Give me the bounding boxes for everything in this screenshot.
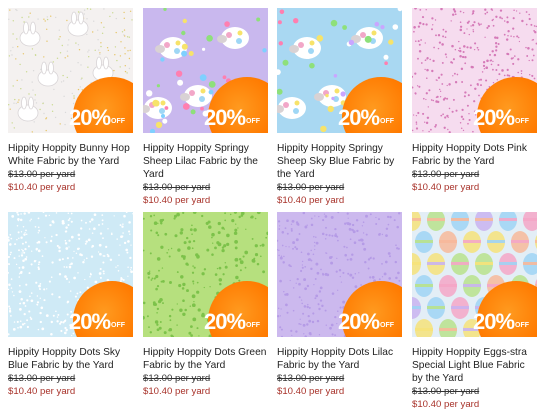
product-card: 20%OFF Hippity Hoppity Dots Lilac Fabric… <box>277 212 402 398</box>
sale-price: $10.40 per yard <box>8 182 76 193</box>
product-card: 20%OFF Hippity Hoppity Eggs-stra Special… <box>412 212 537 411</box>
product-title-link[interactable]: Hippity Hoppity Dots Lilac Fabric by the… <box>277 346 402 372</box>
discount-badge-text: 20%OFF <box>204 107 264 129</box>
product-image-link[interactable]: 20%OFF <box>143 212 268 337</box>
discount-badge-text: 20%OFF <box>204 311 264 333</box>
product-card: 20%OFF Hippity Hoppity Dots Sky Blue Fab… <box>8 212 133 398</box>
discount-off-label: OFF <box>111 118 126 125</box>
product-image-link[interactable]: 20%OFF <box>412 212 537 337</box>
product-title-link[interactable]: Hippity Hoppity Springy Sheep Sky Blue F… <box>277 142 402 181</box>
original-price: $13.00 per yard <box>8 373 76 384</box>
discount-off-label: OFF <box>515 118 530 125</box>
sale-price: $10.40 per yard <box>412 182 480 193</box>
discount-off-label: OFF <box>246 118 261 125</box>
product-card: 20%OFF Hippity Hoppity Bunny Hop White F… <box>8 8 133 194</box>
discount-off-label: OFF <box>380 118 395 125</box>
product-card: 20%OFF Hippity Hoppity Springy Sheep Sky… <box>277 8 402 207</box>
product-card: 20%OFF Hippity Hoppity Springy Sheep Lil… <box>143 8 268 207</box>
product-title-link[interactable]: Hippity Hoppity Eggs-stra Special Light … <box>412 346 537 385</box>
product-image-link[interactable]: 20%OFF <box>8 212 133 337</box>
discount-percent: 20% <box>473 105 515 130</box>
product-title-link[interactable]: Hippity Hoppity Bunny Hop White Fabric b… <box>8 142 133 168</box>
product-title-link[interactable]: Hippity Hoppity Dots Green Fabric by the… <box>143 346 268 372</box>
discount-percent: 20% <box>69 309 111 334</box>
product-image-link[interactable]: 20%OFF <box>277 8 402 133</box>
original-price: $13.00 per yard <box>412 169 480 180</box>
discount-off-label: OFF <box>380 322 395 329</box>
product-card: 20%OFF Hippity Hoppity Dots Pink Fabric … <box>412 8 537 194</box>
discount-off-label: OFF <box>111 322 126 329</box>
sale-price: $10.40 per yard <box>277 386 345 397</box>
original-price: $13.00 per yard <box>143 373 211 384</box>
product-title-link[interactable]: Hippity Hoppity Dots Sky Blue Fabric by … <box>8 346 133 372</box>
product-image-link[interactable]: 20%OFF <box>8 8 133 133</box>
discount-badge-text: 20%OFF <box>473 107 533 129</box>
original-price: $13.00 per yard <box>277 373 345 384</box>
discount-badge-text: 20%OFF <box>473 311 533 333</box>
original-price: $13.00 per yard <box>143 182 211 193</box>
sale-price: $10.40 per yard <box>8 386 76 397</box>
sale-price: $10.40 per yard <box>143 386 211 397</box>
discount-off-label: OFF <box>515 322 530 329</box>
discount-badge-text: 20%OFF <box>338 107 398 129</box>
discount-percent: 20% <box>204 105 246 130</box>
discount-badge-text: 20%OFF <box>69 107 129 129</box>
original-price: $13.00 per yard <box>277 182 345 193</box>
original-price: $13.00 per yard <box>412 386 480 397</box>
product-grid: 20%OFF Hippity Hoppity Bunny Hop White F… <box>0 0 540 411</box>
discount-percent: 20% <box>338 309 380 334</box>
original-price: $13.00 per yard <box>8 169 76 180</box>
discount-percent: 20% <box>473 309 515 334</box>
product-card: 20%OFF Hippity Hoppity Dots Green Fabric… <box>143 212 268 398</box>
discount-off-label: OFF <box>246 322 261 329</box>
product-title-link[interactable]: Hippity Hoppity Dots Pink Fabric by the … <box>412 142 537 168</box>
sale-price: $10.40 per yard <box>277 195 345 206</box>
product-image-link[interactable]: 20%OFF <box>143 8 268 133</box>
sale-price: $10.40 per yard <box>143 195 211 206</box>
discount-percent: 20% <box>204 309 246 334</box>
product-image-link[interactable]: 20%OFF <box>412 8 537 133</box>
discount-percent: 20% <box>338 105 380 130</box>
product-title-link[interactable]: Hippity Hoppity Springy Sheep Lilac Fabr… <box>143 142 268 181</box>
discount-badge-text: 20%OFF <box>338 311 398 333</box>
product-image-link[interactable]: 20%OFF <box>277 212 402 337</box>
discount-percent: 20% <box>69 105 111 130</box>
discount-badge-text: 20%OFF <box>69 311 129 333</box>
sale-price: $10.40 per yard <box>412 399 480 410</box>
